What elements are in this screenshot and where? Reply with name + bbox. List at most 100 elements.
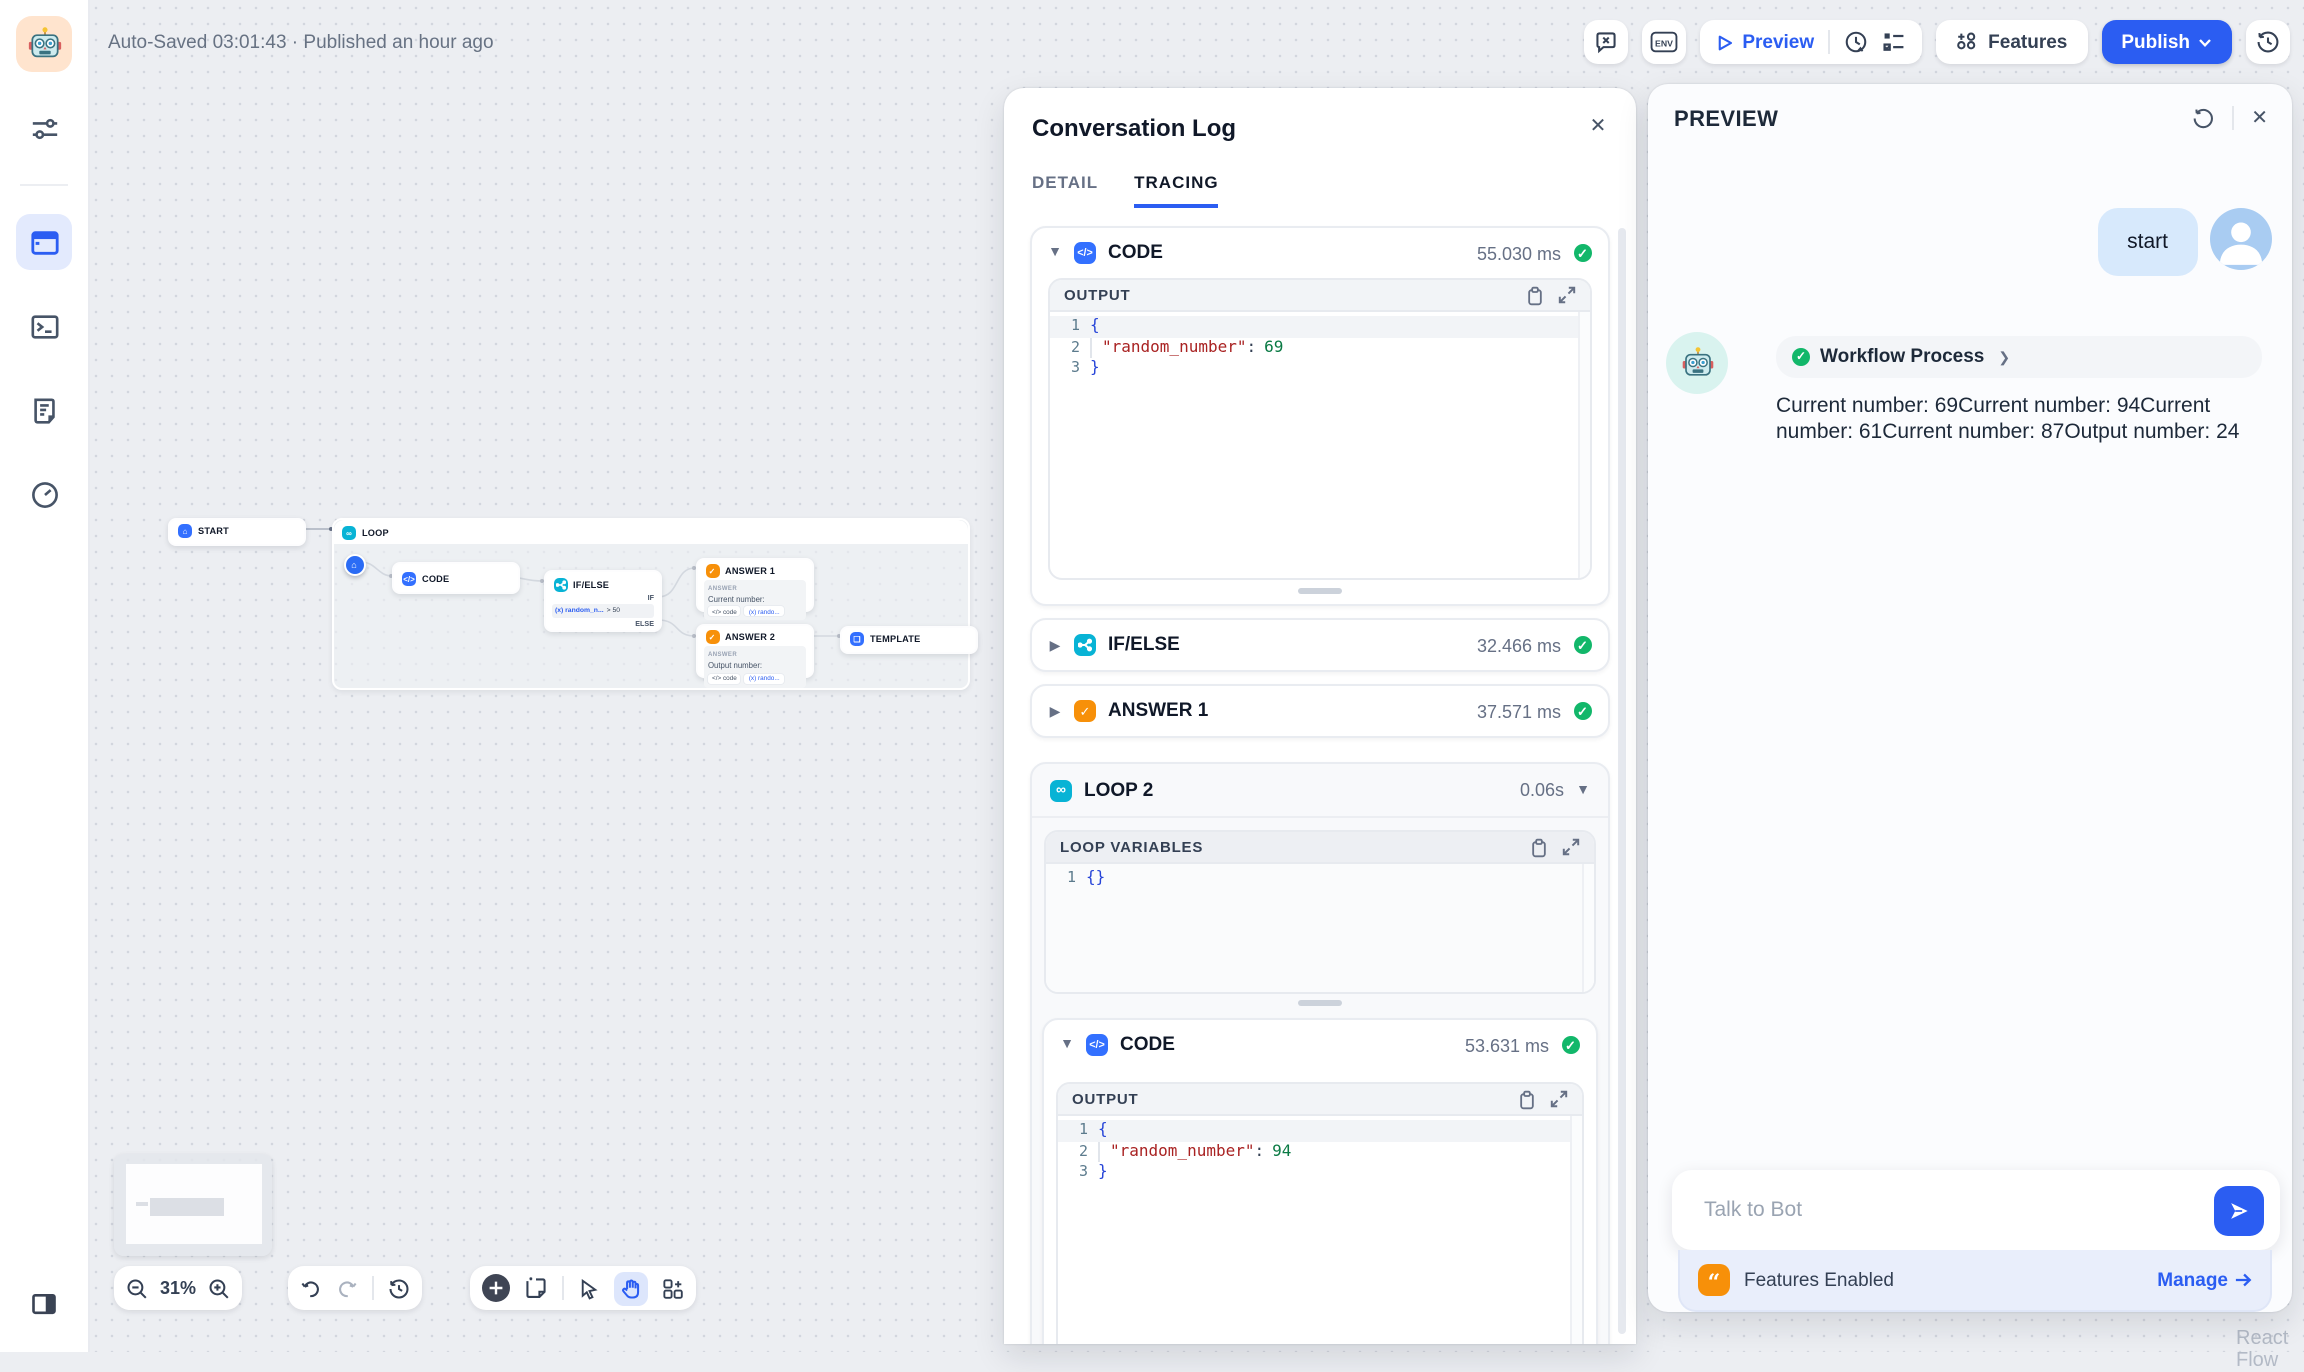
env-variables-button[interactable]: ENV xyxy=(1642,20,1686,64)
output-label: OUTPUT xyxy=(1072,1090,1504,1108)
minimap[interactable] xyxy=(114,1154,272,1256)
checklist-button[interactable] xyxy=(1882,30,1906,54)
trace-name: ANSWER 1 xyxy=(1108,700,1465,722)
trace-item-ifelse[interactable]: ▶ IF/ELSE 32.466 ms ✓ xyxy=(1030,618,1610,672)
code-editor[interactable]: 1{ 2"random_number":69 3} xyxy=(1050,312,1590,578)
pointer-tool-button[interactable] xyxy=(578,1277,600,1299)
chevron-down-icon[interactable]: ▼ xyxy=(1060,1038,1074,1052)
minimap-loop-node xyxy=(150,1198,224,1216)
chevron-right-icon[interactable]: ▶ xyxy=(1048,637,1062,653)
send-button[interactable] xyxy=(2213,1185,2263,1235)
trace-item-code2[interactable]: ▼ </> CODE 53.631 ms ✓ OUTPUT 1{ xyxy=(1042,1018,1598,1344)
close-preview-button[interactable]: ✕ xyxy=(2251,107,2268,129)
sidebar-divider xyxy=(20,184,68,186)
collapse-panel-button[interactable] xyxy=(16,1275,72,1331)
chevron-down-icon[interactable]: ▼ xyxy=(1576,783,1590,797)
run-history-button[interactable] xyxy=(1844,30,1868,54)
features-icon xyxy=(1956,31,1978,53)
preview-group: Preview xyxy=(1700,20,1922,64)
chevron-down-icon xyxy=(2198,37,2212,47)
node-ifelse[interactable]: IF/ELSE IF (x) random_n... > 50 ELSE xyxy=(543,570,662,631)
zoom-out-button[interactable] xyxy=(126,1277,148,1299)
annotation-toggle-button[interactable] xyxy=(1584,20,1628,64)
bot-message-text: Current number: 69Current number: 94Curr… xyxy=(1776,394,2262,446)
line-number: 2 xyxy=(1058,1141,1098,1162)
expand-icon[interactable] xyxy=(1550,1090,1568,1108)
success-icon: ✓ xyxy=(1573,636,1592,655)
minimap-viewport xyxy=(126,1164,262,1244)
close-log-button[interactable]: ✕ xyxy=(1584,112,1612,140)
version-history-button[interactable] xyxy=(2246,20,2290,64)
hand-tool-button[interactable] xyxy=(614,1271,648,1305)
variable-chip: (x) rando... xyxy=(745,606,784,616)
node-ifelse-label: IF/ELSE xyxy=(573,580,609,590)
node-answer2[interactable]: ✓ ANSWER 2 ANSWER Output number: </> cod… xyxy=(695,624,814,678)
copy-icon[interactable] xyxy=(1530,837,1548,857)
manage-features-link[interactable]: Manage xyxy=(2157,1269,2252,1291)
copy-icon[interactable] xyxy=(1526,285,1544,305)
restart-conversation-button[interactable] xyxy=(2191,107,2213,129)
app-avatar[interactable] xyxy=(16,16,72,72)
sidebar-item-logs[interactable] xyxy=(16,382,72,438)
trace-item-answer1[interactable]: ▶ ✓ ANSWER 1 37.571 ms ✓ xyxy=(1030,684,1610,738)
log-scrollbar[interactable] xyxy=(1618,228,1626,1334)
features-button[interactable]: Features xyxy=(1936,20,2087,64)
publish-button[interactable]: Publish xyxy=(2101,20,2232,64)
answer1-text: Current number: xyxy=(708,593,801,603)
code-chip: </> code xyxy=(708,606,741,616)
sliders-icon xyxy=(29,113,59,143)
tab-detail[interactable]: DETAIL xyxy=(1032,164,1098,208)
user-message-bubble: start xyxy=(2097,208,2198,276)
sidebar-item-api[interactable] xyxy=(16,298,72,354)
toolbar-divider xyxy=(1828,30,1830,54)
expand-icon[interactable] xyxy=(1558,286,1576,304)
workflow-process-label: Workflow Process xyxy=(1820,346,1984,368)
copy-icon[interactable] xyxy=(1518,1089,1536,1109)
node-start[interactable]: ⌂ START xyxy=(168,518,306,545)
resize-handle[interactable] xyxy=(1298,588,1342,594)
organize-layout-button[interactable] xyxy=(662,1277,684,1299)
chat-area: start ✓ Workflow Process xyxy=(1648,156,2292,1168)
loop-variables-editor[interactable]: 1{} xyxy=(1046,864,1594,992)
add-note-button[interactable] xyxy=(524,1276,548,1300)
talk-to-bot-input[interactable] xyxy=(1700,1196,2213,1224)
preview-button[interactable]: Preview xyxy=(1716,31,1814,53)
redo-button[interactable] xyxy=(336,1277,358,1299)
view-history-button[interactable] xyxy=(388,1277,410,1299)
chevron-down-icon[interactable]: ▼ xyxy=(1048,246,1062,260)
answer2-text: Output number: xyxy=(708,660,801,670)
code-scrollbar[interactable] xyxy=(1582,864,1594,992)
output-label: OUTPUT xyxy=(1064,286,1512,304)
sidebar-item-monitoring[interactable] xyxy=(16,466,72,522)
gauge-icon xyxy=(29,479,59,509)
workflow-process-toggle[interactable]: ✓ Workflow Process ❯ xyxy=(1776,336,2262,378)
code-scrollbar[interactable] xyxy=(1570,1116,1582,1344)
loop2-header[interactable]: ∞ LOOP 2 0.06s ▼ xyxy=(1032,764,1608,818)
workflow-app: ∞ LOOP ⌂ START ⌂ </> CODE IF/ELSE xyxy=(0,0,2304,1351)
zoom-in-button[interactable] xyxy=(208,1277,230,1299)
bot-avatar xyxy=(1666,332,1728,394)
chevron-right-icon[interactable]: ▶ xyxy=(1048,703,1062,719)
trace-item-code[interactable]: ▼ </> CODE 55.030 ms ✓ OUTPUT 1{ 2"rando… xyxy=(1030,226,1610,606)
expand-icon[interactable] xyxy=(1562,838,1580,856)
tab-tracing[interactable]: TRACING xyxy=(1134,164,1218,208)
code-icon: </> xyxy=(402,571,416,585)
add-node-button[interactable] xyxy=(482,1274,510,1302)
zoom-level[interactable]: 31% xyxy=(160,1278,196,1298)
top-bar: Auto-Saved 03:01:43 · Published an hour … xyxy=(88,0,2304,84)
line-number: 1 xyxy=(1046,868,1086,889)
code-editor[interactable]: 1{ 2"random_number":94 3} xyxy=(1058,1116,1582,1344)
node-loop-start[interactable]: ⌂ xyxy=(343,553,365,575)
resize-handle[interactable] xyxy=(1298,1000,1342,1006)
quote-icon: “ xyxy=(1698,1264,1730,1296)
run-history-icon xyxy=(1844,30,1868,54)
node-template[interactable]: ❏ TEMPLATE xyxy=(840,626,978,653)
sidebar-item-orchestrate[interactable] xyxy=(16,214,72,270)
node-answer1[interactable]: ✓ ANSWER 1 ANSWER Current number: </> co… xyxy=(695,557,814,611)
sidebar-item-settings[interactable] xyxy=(16,100,72,156)
undo-button[interactable] xyxy=(300,1277,322,1299)
output-block: OUTPUT 1{ 2"random_number":69 3} xyxy=(1048,278,1592,580)
code-scrollbar[interactable] xyxy=(1578,312,1590,578)
node-code[interactable]: </> CODE xyxy=(392,562,520,594)
node-loop-header[interactable]: ∞ LOOP xyxy=(334,520,968,544)
